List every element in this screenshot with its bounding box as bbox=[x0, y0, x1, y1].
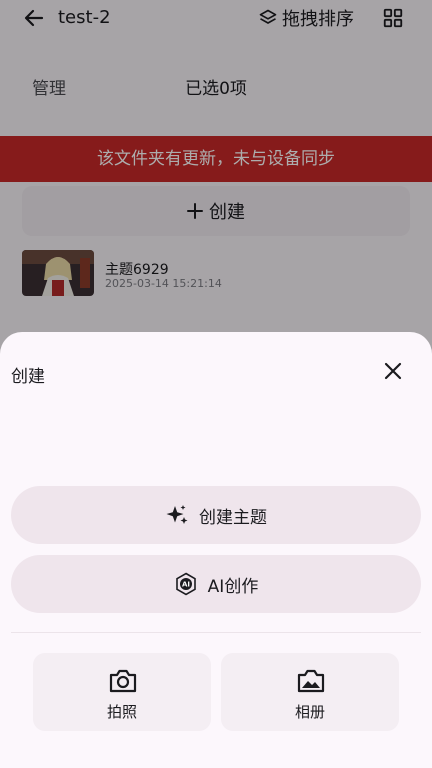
take-photo-button[interactable]: 拍照 bbox=[33, 653, 211, 731]
create-theme-button[interactable]: 创建主题 bbox=[11, 486, 421, 544]
album-button[interactable]: 相册 bbox=[221, 653, 399, 731]
close-icon[interactable] bbox=[382, 360, 404, 382]
create-bottom-sheet: 创建 创建主题 AI AI创作 拍照 相册 bbox=[0, 332, 432, 768]
take-photo-label: 拍照 bbox=[106, 703, 137, 721]
ai-create-button[interactable]: AI AI创作 bbox=[11, 555, 421, 613]
create-theme-label: 创建主题 bbox=[199, 507, 267, 528]
ai-badge-icon: AI bbox=[175, 572, 196, 596]
sheet-title: 创建 bbox=[11, 367, 45, 387]
svg-text:AI: AI bbox=[182, 581, 190, 589]
sheet-divider bbox=[11, 632, 421, 633]
camera-icon bbox=[109, 669, 137, 693]
gallery-icon bbox=[297, 669, 325, 693]
sparkle-stars-icon bbox=[166, 505, 188, 524]
ai-create-label: AI创作 bbox=[207, 576, 259, 597]
album-label: 相册 bbox=[294, 703, 325, 721]
